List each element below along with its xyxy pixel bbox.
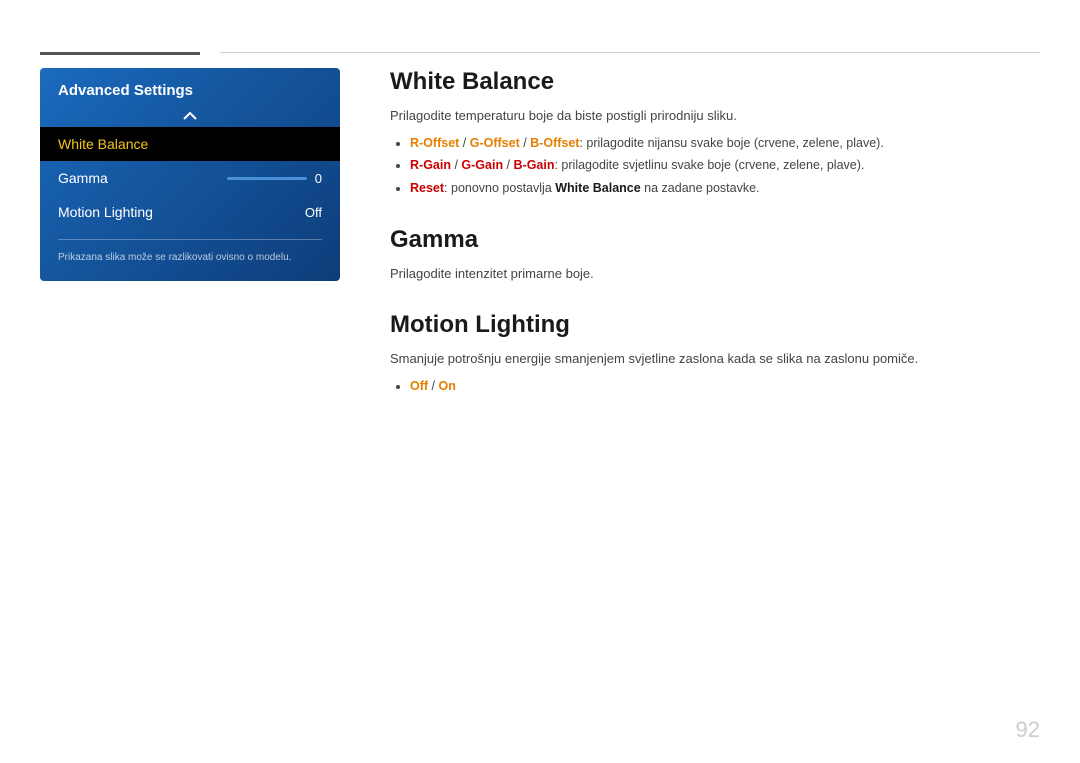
- r-offset-label: R-Offset: [410, 136, 459, 150]
- main-content: White Balance Prilagodite temperaturu bo…: [390, 68, 1040, 723]
- reset-label: Reset: [410, 181, 444, 195]
- gamma-title: Gamma: [390, 226, 1040, 254]
- g-gain-label: G-Gain: [461, 158, 503, 172]
- motion-value: Off: [305, 205, 322, 220]
- section-motion-lighting: Motion Lighting Smanjuje potrošnju energ…: [390, 311, 1040, 395]
- sidebar: Advanced Settings White Balance Gamma 0 …: [40, 68, 340, 281]
- collapse-icon[interactable]: [40, 109, 340, 127]
- white-balance-bold: White Balance: [555, 181, 640, 195]
- on-label: On: [438, 379, 455, 393]
- section-white-balance: White Balance Prilagodite temperaturu bo…: [390, 68, 1040, 198]
- white-balance-desc: Prilagodite temperaturu boje da biste po…: [390, 106, 1040, 126]
- sidebar-item-white-balance[interactable]: White Balance: [40, 127, 340, 161]
- gamma-bar: [227, 177, 307, 180]
- sidebar-item-motion-lighting[interactable]: Motion Lighting Off: [40, 195, 340, 229]
- sidebar-item-gamma[interactable]: Gamma 0: [40, 161, 340, 195]
- bullet-reset: Reset: ponovno postavlja White Balance n…: [410, 179, 1040, 198]
- section-gamma: Gamma Prilagodite intenzitet primarne bo…: [390, 226, 1040, 284]
- gamma-value: 0: [315, 171, 322, 186]
- motion-lighting-desc: Smanjuje potrošnju energije smanjenjem s…: [390, 349, 1040, 369]
- sidebar-divider: [58, 239, 322, 240]
- bullet-off-on: Off / On: [410, 377, 1040, 396]
- g-offset-label: G-Offset: [470, 136, 520, 150]
- b-gain-label: B-Gain: [514, 158, 555, 172]
- gamma-bar-container: 0: [227, 171, 322, 186]
- page-number: 92: [1016, 717, 1040, 743]
- r-gain-label: R-Gain: [410, 158, 451, 172]
- gamma-desc: Prilagodite intenzitet primarne boje.: [390, 264, 1040, 284]
- motion-lighting-bullets: Off / On: [390, 377, 1040, 396]
- off-label: Off: [410, 379, 428, 393]
- sidebar-note: Prikazana slika može se razlikovati ovis…: [40, 250, 340, 271]
- bullet-r-offset: R-Offset / G-Offset / B-Offset: prilagod…: [410, 134, 1040, 153]
- sidebar-title: Advanced Settings: [40, 68, 340, 109]
- bullet-r-gain: R-Gain / G-Gain / B-Gain: prilagodite sv…: [410, 156, 1040, 175]
- b-offset-label: B-Offset: [530, 136, 579, 150]
- white-balance-bullets: R-Offset / G-Offset / B-Offset: prilagod…: [390, 134, 1040, 198]
- top-border-left: [40, 52, 200, 55]
- motion-lighting-title: Motion Lighting: [390, 311, 1040, 339]
- white-balance-title: White Balance: [390, 68, 1040, 96]
- top-border-right: [220, 52, 1040, 53]
